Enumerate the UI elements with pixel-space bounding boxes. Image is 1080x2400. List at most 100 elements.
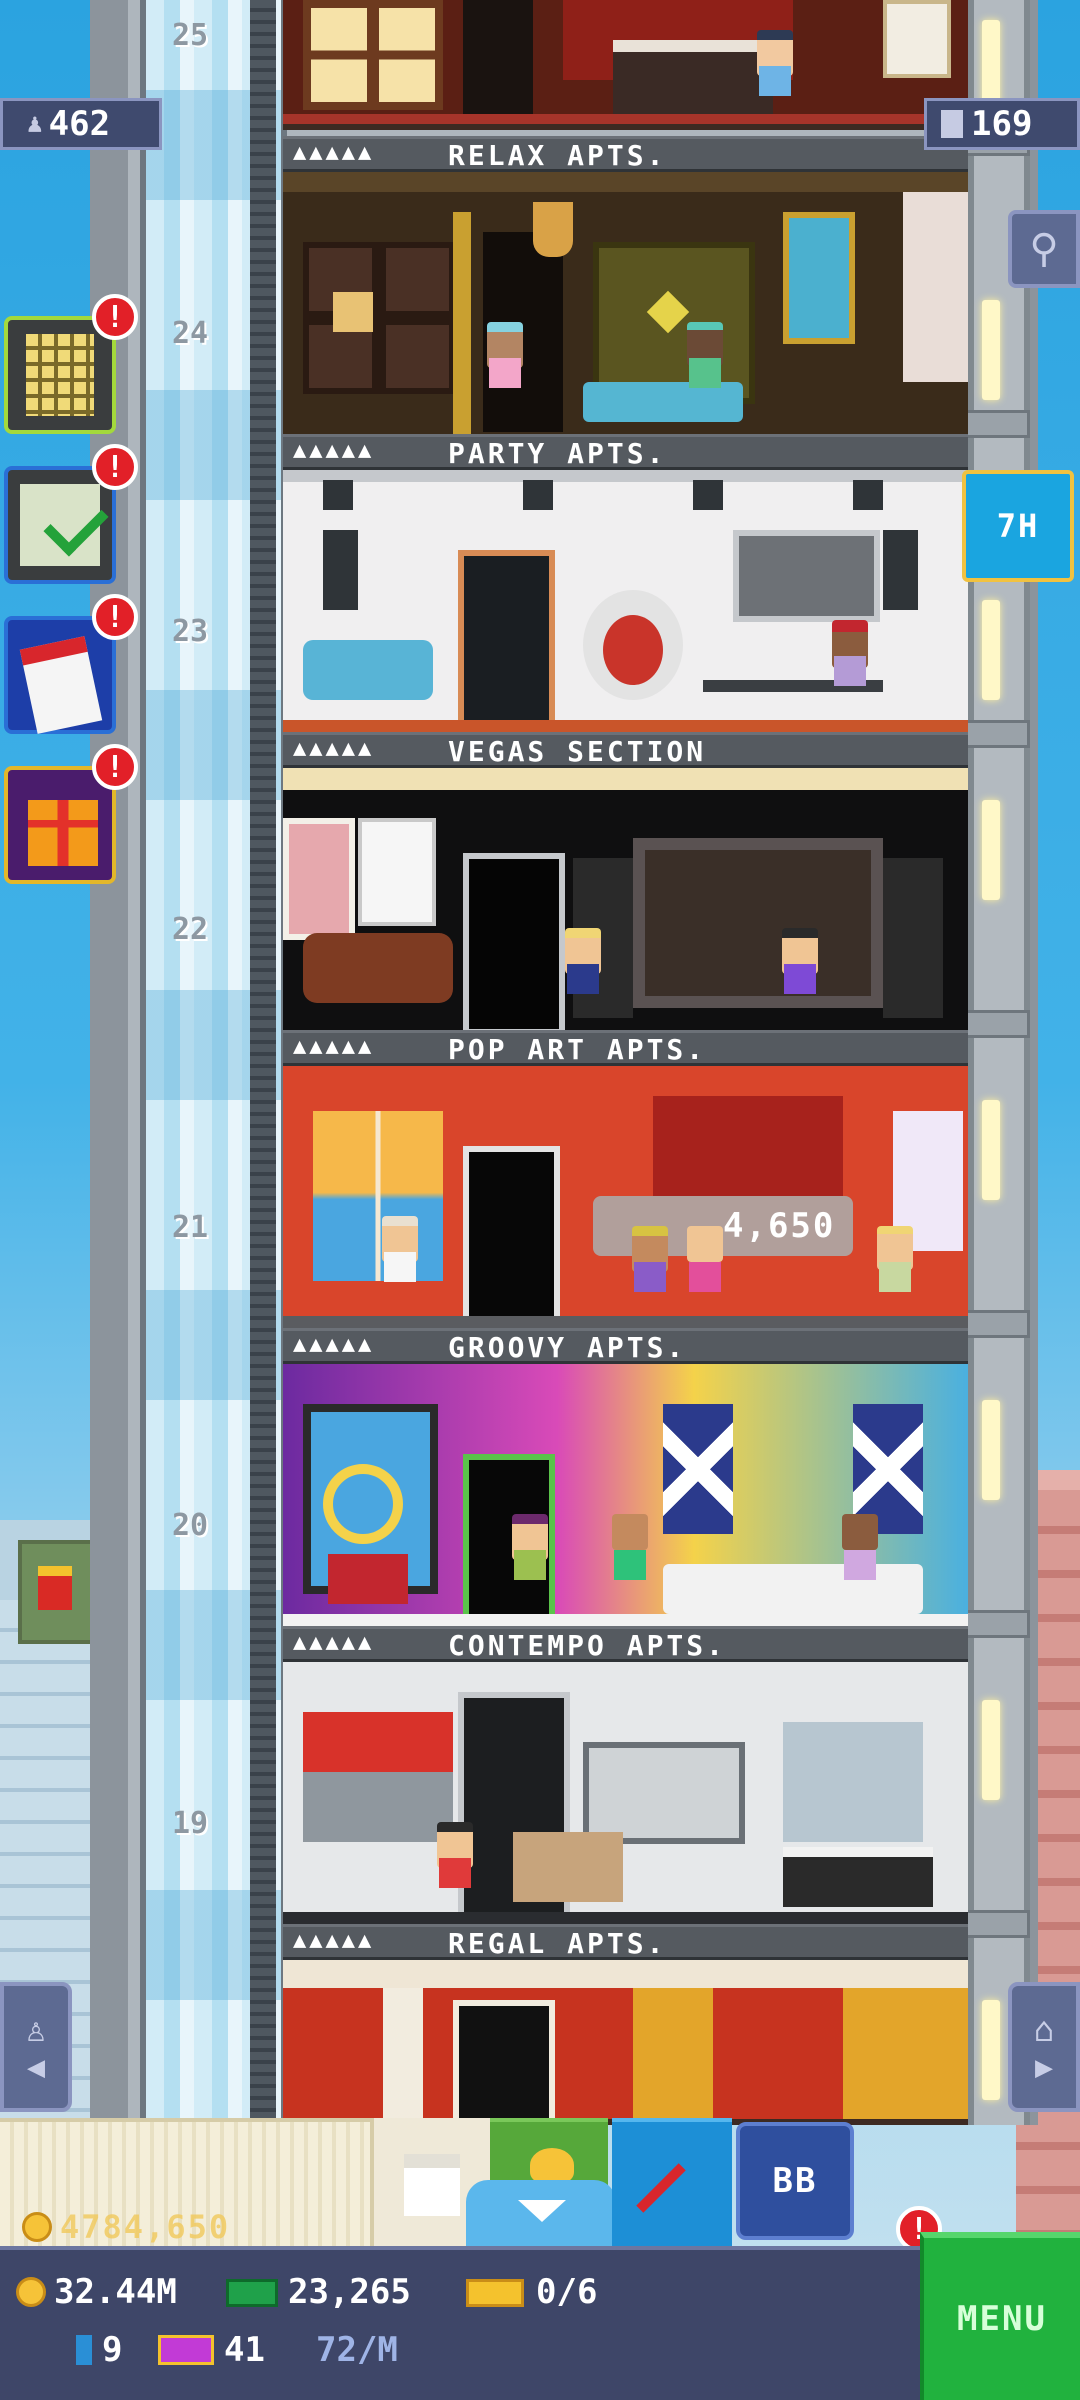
tenant-body	[834, 656, 866, 686]
elevator-rail	[250, 0, 276, 2125]
floor-relax[interactable]	[283, 0, 968, 130]
curtain	[903, 192, 968, 382]
keys-stat[interactable]: 9	[76, 2330, 122, 2370]
floors-value: 169	[971, 104, 1033, 144]
sofa	[303, 640, 433, 700]
window-screen	[303, 0, 443, 110]
tenant[interactable]	[778, 928, 822, 1008]
tenant-body	[384, 1252, 416, 1282]
floor-regal[interactable]	[283, 1960, 968, 2125]
window	[783, 212, 855, 344]
floor-name: VEGAS SECTION	[448, 735, 707, 768]
doorway	[463, 0, 533, 120]
floor-label-bar: ▲▲▲▲▲ CONTEMPO APTS.	[283, 1626, 968, 1662]
collapse-button[interactable]	[466, 2180, 616, 2246]
speaker	[883, 858, 943, 1018]
gold-curtain	[633, 1988, 713, 2119]
floor-name: POP ART APTS.	[448, 1033, 707, 1066]
tenant-body	[439, 1858, 471, 1888]
coins-stat[interactable]: 32.44M	[16, 2272, 177, 2312]
peace-sign-icon	[323, 1464, 403, 1544]
sofa	[303, 933, 453, 1003]
window	[303, 1772, 453, 1842]
rate-stat: 72/M	[316, 2330, 398, 2370]
tenant[interactable]	[433, 1822, 477, 1902]
pillar-light	[982, 800, 1000, 900]
rocket-icon	[636, 2163, 686, 2213]
vip-stat[interactable]: 41	[158, 2330, 265, 2370]
box-icon	[404, 2154, 460, 2216]
tenant[interactable]	[483, 322, 527, 402]
tenant[interactable]	[508, 1514, 552, 1594]
fries-billboard	[18, 1540, 96, 1644]
elevator-person-icon: ♙	[25, 2009, 47, 2050]
search-icon: ⚲	[1029, 226, 1059, 272]
floor-number: 23	[171, 614, 209, 649]
tenant[interactable]	[828, 620, 872, 700]
tenant-head	[842, 1514, 878, 1550]
search-button[interactable]: ⚲	[1008, 210, 1080, 288]
hanging-lantern	[533, 202, 573, 257]
floor-trim	[283, 1316, 968, 1328]
elevator-left-button[interactable]: ♙ ◀	[0, 1982, 72, 2112]
vip-value: 41	[224, 2330, 265, 2370]
arrow-right-icon: ▶	[1034, 2049, 1054, 2085]
floor-trim	[283, 114, 968, 124]
floor-number: 21	[171, 1210, 209, 1245]
tenant[interactable]	[873, 1226, 917, 1306]
tenant-body	[784, 964, 816, 994]
doorway	[463, 1146, 560, 1323]
floating-coins-value: 4784,650	[60, 2208, 231, 2246]
tenant[interactable]	[561, 928, 605, 1008]
tenant[interactable]	[378, 1216, 422, 1296]
tenant-body	[879, 1262, 911, 1292]
floor-stars: ▲▲▲▲▲	[293, 736, 375, 761]
menu-button[interactable]: MENU	[920, 2232, 1080, 2400]
tenant[interactable]	[753, 30, 797, 110]
vip-icon	[158, 2335, 214, 2365]
wall-screen	[583, 1742, 745, 1844]
fries-icon	[38, 1566, 72, 1610]
notification-badge: !	[92, 744, 138, 790]
ceiling	[283, 768, 968, 790]
floor-number: 20	[171, 1508, 209, 1543]
speaker	[883, 530, 918, 610]
building-icon	[26, 334, 94, 416]
floor-pop-art[interactable]	[283, 768, 968, 1036]
floor-number: 25	[171, 18, 209, 53]
gold-pillar	[453, 212, 471, 434]
doorway	[453, 2000, 555, 2119]
gift-icon	[28, 800, 98, 866]
tenant[interactable]	[683, 1226, 727, 1306]
ceiling-molding	[283, 1960, 968, 1988]
poster	[358, 818, 436, 926]
doorway	[458, 550, 555, 727]
big-tv	[633, 838, 883, 1008]
tenant[interactable]	[683, 322, 727, 402]
floor-contempo[interactable]	[283, 1364, 968, 1632]
rocket-button[interactable]	[612, 2118, 732, 2246]
key-icon	[76, 2335, 92, 2365]
tenant-body	[634, 1262, 666, 1292]
tickets-stat[interactable]: 0/6	[466, 2272, 597, 2312]
home-right-button[interactable]: ⌂ ▶	[1008, 1982, 1080, 2112]
bitbook-button[interactable]: BB	[736, 2122, 854, 2240]
population-counter[interactable]: ♟ 462	[0, 98, 162, 150]
keys-value: 9	[102, 2330, 123, 2370]
tenant[interactable]	[838, 1514, 882, 1594]
floor-modern[interactable]	[283, 1662, 968, 1930]
timer-button[interactable]: 7H	[962, 470, 1074, 582]
pillar-light	[982, 1100, 1000, 1200]
tenant[interactable]	[628, 1226, 672, 1306]
floor-groovy[interactable]: 4,650	[283, 1066, 968, 1334]
floor-vegas[interactable]	[283, 470, 968, 738]
coins-pile-icon	[530, 2148, 574, 2182]
coins-value: 32.44M	[54, 2272, 177, 2312]
floors-counter[interactable]: 169	[924, 98, 1080, 150]
flag-art	[663, 1404, 733, 1534]
floor-party[interactable]	[283, 172, 968, 440]
shelves	[783, 1722, 923, 1842]
bux-stat[interactable]: 23,265	[226, 2272, 411, 2312]
floor-label-bar: ▲▲▲▲▲ RELAX APTS.	[283, 136, 968, 172]
tenant[interactable]	[608, 1514, 652, 1594]
